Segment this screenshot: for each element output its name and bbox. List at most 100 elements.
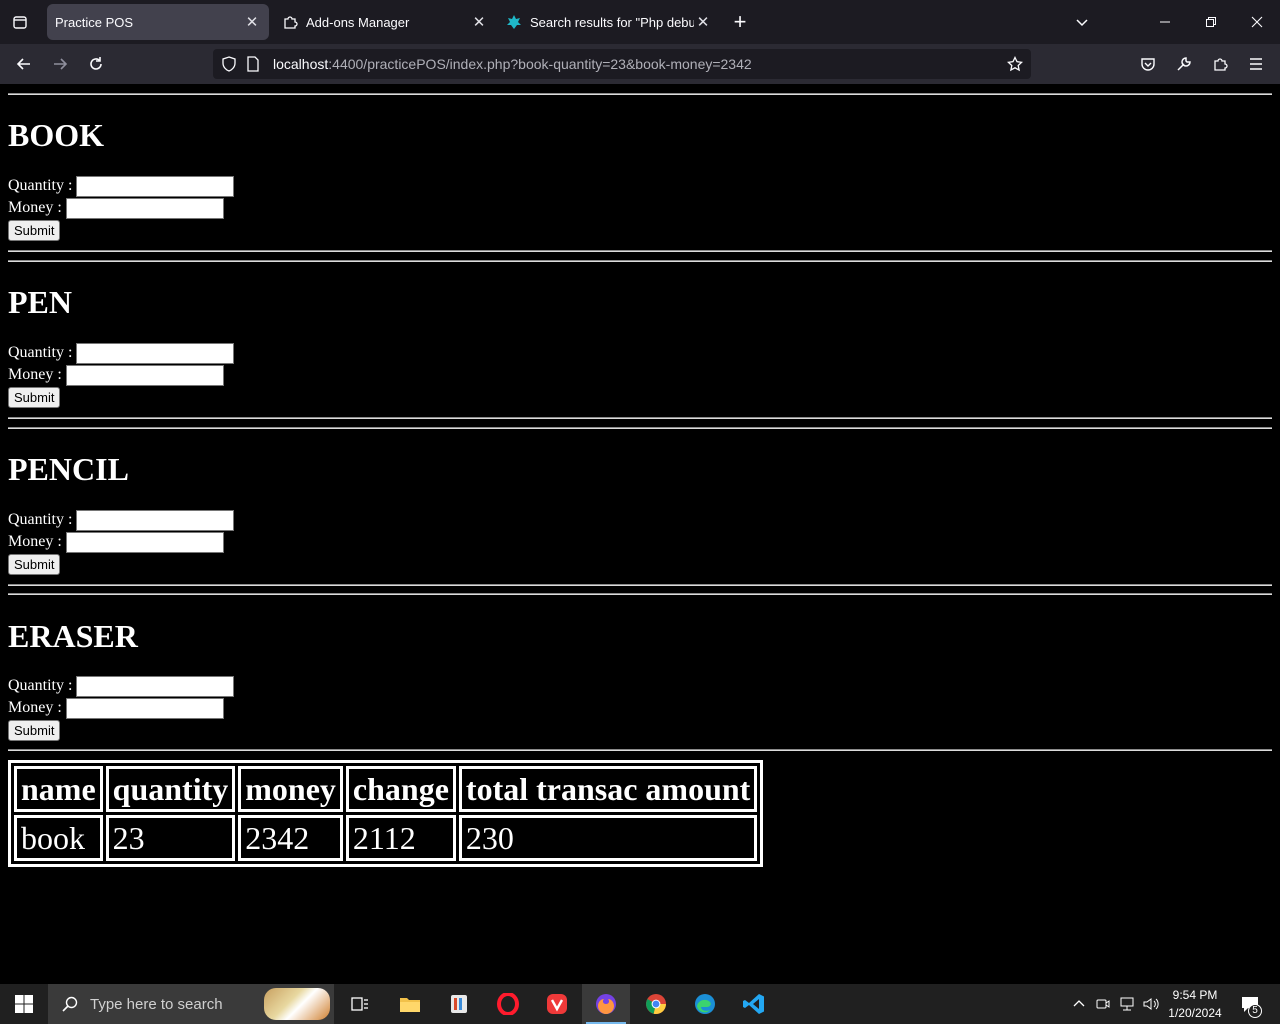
close-icon[interactable]: ✕ <box>243 13 261 31</box>
divider <box>8 250 1272 252</box>
opera-icon[interactable] <box>484 984 532 1024</box>
quantity-input[interactable] <box>76 342 235 364</box>
firefox-icon[interactable] <box>582 984 630 1024</box>
taskbar: Type here to search 9:54 PM 1/20/2024 5 <box>0 984 1280 1024</box>
extensions-icon[interactable] <box>1206 50 1234 78</box>
tab-practice-pos[interactable]: Practice POS ✕ <box>47 4 269 40</box>
minimize-icon[interactable] <box>1142 0 1188 44</box>
new-tab-icon[interactable]: + <box>726 8 754 36</box>
submit-button[interactable]: Submit Query <box>8 720 61 757</box>
chrome-icon[interactable] <box>632 984 680 1024</box>
divider <box>8 93 1272 95</box>
column-header-quantity: quantity <box>105 766 236 812</box>
file-explorer-icon[interactable] <box>386 984 434 1024</box>
shield-icon[interactable] <box>221 56 237 72</box>
search-icon <box>60 994 80 1014</box>
divider <box>8 417 1272 419</box>
column-header-change: change <box>345 766 456 812</box>
pocket-icon[interactable] <box>1134 50 1162 78</box>
clock-date: 1/20/2024 <box>1168 1006 1222 1020</box>
quantity-row: Quantity : <box>8 509 235 531</box>
clock-time: 9:54 PM <box>1172 988 1218 1002</box>
tab-title: Practice POS <box>55 14 134 30</box>
quantity-input[interactable] <box>76 675 235 697</box>
money-input[interactable] <box>65 531 224 553</box>
divider <box>8 593 1272 595</box>
table-cell: 2342 <box>238 815 343 861</box>
tab-title: Search results for "Php debugg <box>530 14 694 30</box>
network-icon[interactable] <box>1116 984 1138 1024</box>
quantity-label: Quantity : <box>8 177 73 194</box>
windows-start-icon[interactable] <box>0 984 48 1024</box>
submit-button[interactable]: Submit Query <box>8 387 61 424</box>
quantity-input[interactable] <box>76 175 235 197</box>
money-label: Money : <box>8 533 62 550</box>
money-row: Money : <box>8 697 224 719</box>
table-row: book 23 2342 2112 230 <box>14 815 758 861</box>
divider <box>8 584 1272 586</box>
close-icon[interactable]: ✕ <box>694 13 712 31</box>
submit-button[interactable]: Submit Query <box>8 220 61 257</box>
money-input[interactable] <box>65 197 224 219</box>
reload-icon[interactable] <box>82 50 110 78</box>
page-content: BOOK Quantity : Money : Submit Query PEN… <box>0 84 1280 984</box>
notification-center-icon[interactable]: 5 <box>1236 984 1264 1024</box>
task-view-icon[interactable] <box>336 984 384 1024</box>
money-row: Money : <box>8 531 224 553</box>
tab-search-results[interactable]: Search results for "Php debugg ✕ <box>498 4 720 40</box>
chevron-up-icon[interactable] <box>1068 984 1090 1024</box>
taskbar-search-box[interactable]: Type here to search <box>48 984 334 1024</box>
money-label: Money : <box>8 366 62 383</box>
wrench-icon[interactable] <box>1170 50 1198 78</box>
column-header-name: name <box>14 766 103 812</box>
close-window-icon[interactable] <box>1234 0 1280 44</box>
chevron-down-icon[interactable] <box>1068 8 1096 36</box>
money-input[interactable] <box>65 697 224 719</box>
table-cell: 2112 <box>345 815 456 861</box>
money-row: Money : <box>8 364 224 386</box>
system-clock[interactable]: 9:54 PM 1/20/2024 <box>1160 986 1230 1022</box>
product-title: PENCIL <box>8 451 129 487</box>
extension-logo-icon <box>506 14 522 30</box>
quantity-row: Quantity : <box>8 342 235 364</box>
submit-button[interactable]: Submit Query <box>8 554 61 591</box>
page-icon[interactable] <box>245 56 261 72</box>
back-arrow-icon[interactable] <box>10 50 38 78</box>
vivaldi-icon[interactable] <box>533 984 581 1024</box>
notification-count: 5 <box>1248 1004 1262 1018</box>
product-title: ERASER <box>8 618 138 654</box>
product-title: PEN <box>8 284 72 320</box>
money-input[interactable] <box>65 364 224 386</box>
edge-icon[interactable] <box>681 984 729 1024</box>
column-header-money: money <box>238 766 343 812</box>
restore-icon[interactable] <box>1188 0 1234 44</box>
menu-icon[interactable] <box>1242 50 1270 78</box>
url-text[interactable]: localhost:4400/practicePOS/index.php?boo… <box>273 56 752 72</box>
table-cell: book <box>14 815 103 861</box>
tab-bar: Practice POS ✕ Add-ons Manager ✕ Search … <box>0 0 1280 44</box>
quantity-label: Quantity : <box>8 677 73 694</box>
bookmark-star-icon[interactable] <box>1005 54 1025 74</box>
notepad-editor-icon[interactable] <box>435 984 483 1024</box>
product-title: BOOK <box>8 117 105 153</box>
column-header-total: total transac amount <box>458 766 758 812</box>
meet-now-icon[interactable] <box>1092 984 1114 1024</box>
money-label: Money : <box>8 199 62 216</box>
vscode-icon[interactable] <box>730 984 778 1024</box>
quantity-input[interactable] <box>76 509 235 531</box>
url-bar[interactable]: localhost:4400/practicePOS/index.php?boo… <box>213 49 1031 79</box>
tab-list-icon[interactable] <box>6 8 34 36</box>
divider <box>8 260 1272 262</box>
volume-icon[interactable] <box>1140 984 1162 1024</box>
search-highlight-image <box>264 988 330 1020</box>
tab-addons-manager[interactable]: Add-ons Manager ✕ <box>274 4 496 40</box>
forward-arrow-icon[interactable] <box>46 50 74 78</box>
money-row: Money : <box>8 197 224 219</box>
quantity-row: Quantity : <box>8 175 235 197</box>
search-placeholder: Type here to search <box>90 995 223 1013</box>
puzzle-icon <box>282 14 298 30</box>
money-label: Money : <box>8 699 62 716</box>
divider <box>8 749 1272 751</box>
quantity-label: Quantity : <box>8 344 73 361</box>
close-icon[interactable]: ✕ <box>470 13 488 31</box>
